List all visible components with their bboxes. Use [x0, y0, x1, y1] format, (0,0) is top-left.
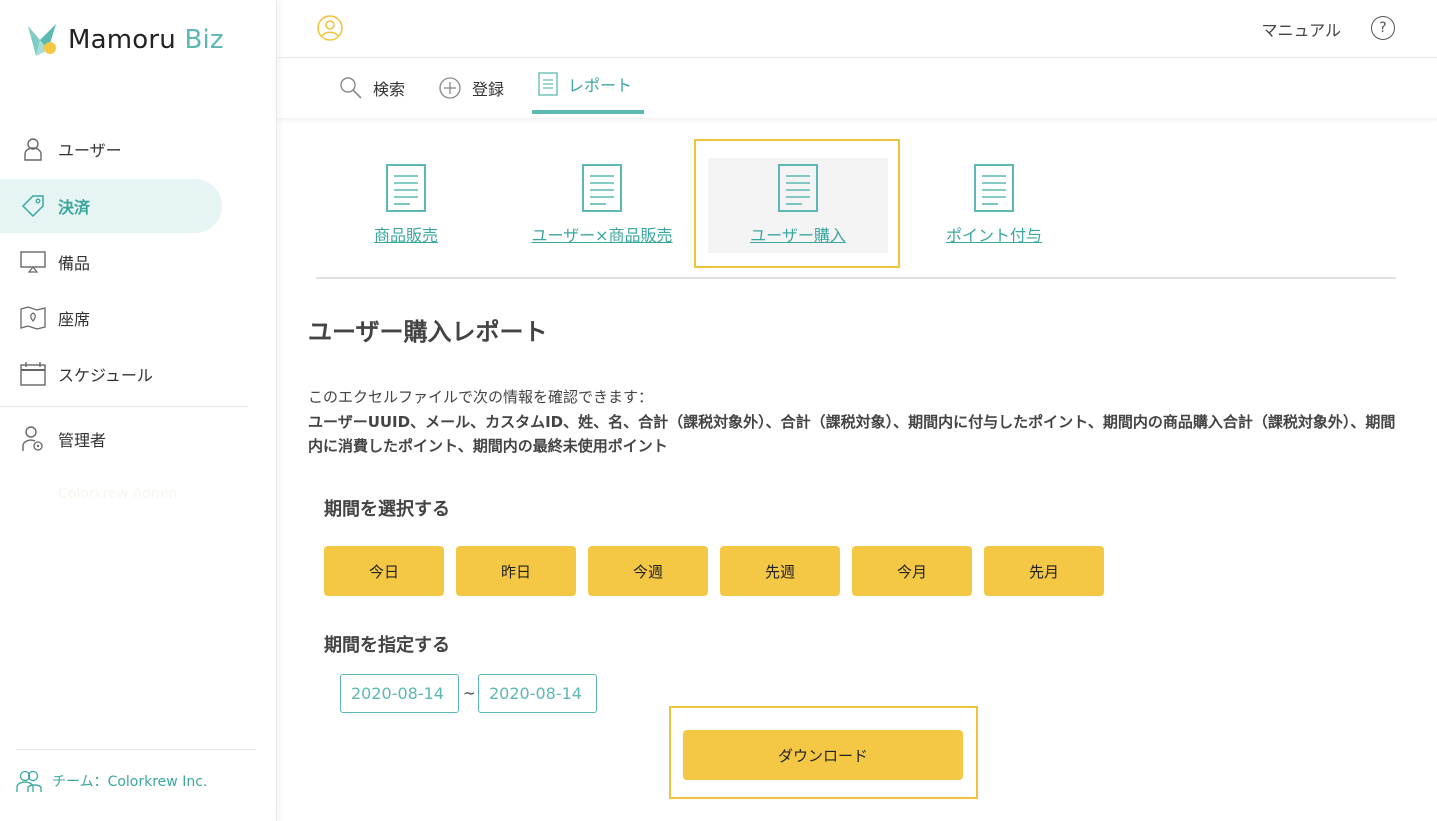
team-label: チーム：Colorkrew Inc.: [52, 774, 208, 790]
period-today-button[interactable]: 今日: [324, 546, 444, 596]
report-card-product-sales[interactable]: 商品販売: [315, 150, 497, 260]
admin-user-icon: [20, 426, 46, 452]
report-card-user-product-sales[interactable]: ユーザー×商品販売: [511, 150, 693, 260]
help-icon[interactable]: ?: [1371, 16, 1395, 40]
team-divider: [16, 749, 256, 750]
report-card-label: ユーザー×商品販売: [531, 226, 673, 245]
plus-circle-icon: [438, 76, 462, 100]
date-from-input[interactable]: 2020-08-14: [340, 674, 459, 713]
team-icon: [16, 768, 42, 794]
period-yesterday-button[interactable]: 昨日: [456, 546, 576, 596]
sidebar-item-label: ユーザー: [58, 141, 122, 160]
download-button[interactable]: ダウンロード: [683, 730, 963, 780]
sidebar-item-seats[interactable]: 座席: [0, 291, 222, 345]
select-period-heading: 期間を選択する: [324, 499, 450, 520]
map-pin-icon: [20, 305, 46, 331]
user-icon: [20, 136, 46, 162]
tab-report[interactable]: レポート: [532, 58, 644, 114]
document-icon: [538, 72, 558, 96]
sidebar-divider: [0, 406, 248, 407]
tab-label: レポート: [568, 76, 633, 95]
tag-icon: [20, 193, 46, 219]
report-card-label: ポイント付与: [945, 226, 1042, 245]
specify-period-heading: 期間を指定する: [324, 635, 450, 656]
report-card-label: ユーザー購入: [750, 226, 846, 245]
period-last-week-button[interactable]: 先週: [720, 546, 840, 596]
sidebar-item-schedule[interactable]: スケジュール: [0, 347, 222, 401]
search-icon: [339, 76, 363, 100]
period-last-month-button[interactable]: 先月: [984, 546, 1104, 596]
description-fields: ユーザーUUID、メール、カスタムID、姓、名、合計（課税対象外）、合計（課税対…: [308, 413, 1396, 455]
report-document-icon: [386, 164, 426, 212]
sidebar-item-label: 管理者: [58, 431, 107, 450]
report-document-icon: [582, 164, 622, 212]
brand-name: Mamoru Biz: [68, 25, 224, 55]
report-card-label: 商品販売: [373, 226, 438, 245]
tab-bar: 検索 登録 レポート: [277, 58, 1437, 118]
sidebar-item-label: 決済: [58, 198, 91, 217]
sidebar-item-equipment[interactable]: 備品: [0, 235, 222, 289]
report-document-icon: [778, 164, 818, 212]
sidebar: Mamoru Biz ユーザー 決済 備品 座席 スケジュール 管理者 Colo…: [0, 0, 277, 821]
hidden-admin-label: Colorkrew Admin: [58, 486, 178, 502]
sidebar-item-users[interactable]: ユーザー: [0, 122, 222, 176]
tab-label: 検索: [373, 80, 406, 99]
sidebar-item-label: 座席: [58, 310, 91, 329]
report-document-icon: [974, 164, 1014, 212]
date-to-input[interactable]: 2020-08-14: [478, 674, 597, 713]
period-this-week-button[interactable]: 今週: [588, 546, 708, 596]
sidebar-item-label: スケジュール: [58, 366, 153, 385]
logo[interactable]: Mamoru Biz: [26, 20, 224, 60]
sidebar-item-payment[interactable]: 決済: [0, 179, 222, 233]
page-title: ユーザー購入レポート: [308, 318, 548, 346]
origami-logo-icon: [28, 24, 56, 56]
description-intro: このエクセルファイルで次の情報を確認できます：: [308, 388, 654, 406]
sidebar-item-admin[interactable]: 管理者: [0, 412, 222, 466]
date-range-separator: ~: [463, 684, 476, 702]
team-indicator[interactable]: チーム：Colorkrew Inc.: [16, 768, 207, 794]
avatar[interactable]: [317, 15, 343, 41]
tab-label: 登録: [472, 80, 505, 99]
period-this-month-button[interactable]: 今月: [852, 546, 972, 596]
manual-link[interactable]: マニュアル: [1261, 17, 1341, 41]
top-bar: マニュアル ?: [277, 0, 1437, 58]
report-card-point-grant[interactable]: ポイント付与: [903, 150, 1085, 260]
calendar-icon: [20, 361, 46, 387]
tab-search[interactable]: 検索: [339, 58, 405, 118]
cards-divider: [316, 277, 1396, 279]
sidebar-item-label: 備品: [58, 254, 91, 273]
report-card-user-purchase[interactable]: ユーザー購入: [707, 150, 889, 260]
tab-register[interactable]: 登録: [438, 58, 504, 118]
monitor-icon: [20, 249, 46, 275]
